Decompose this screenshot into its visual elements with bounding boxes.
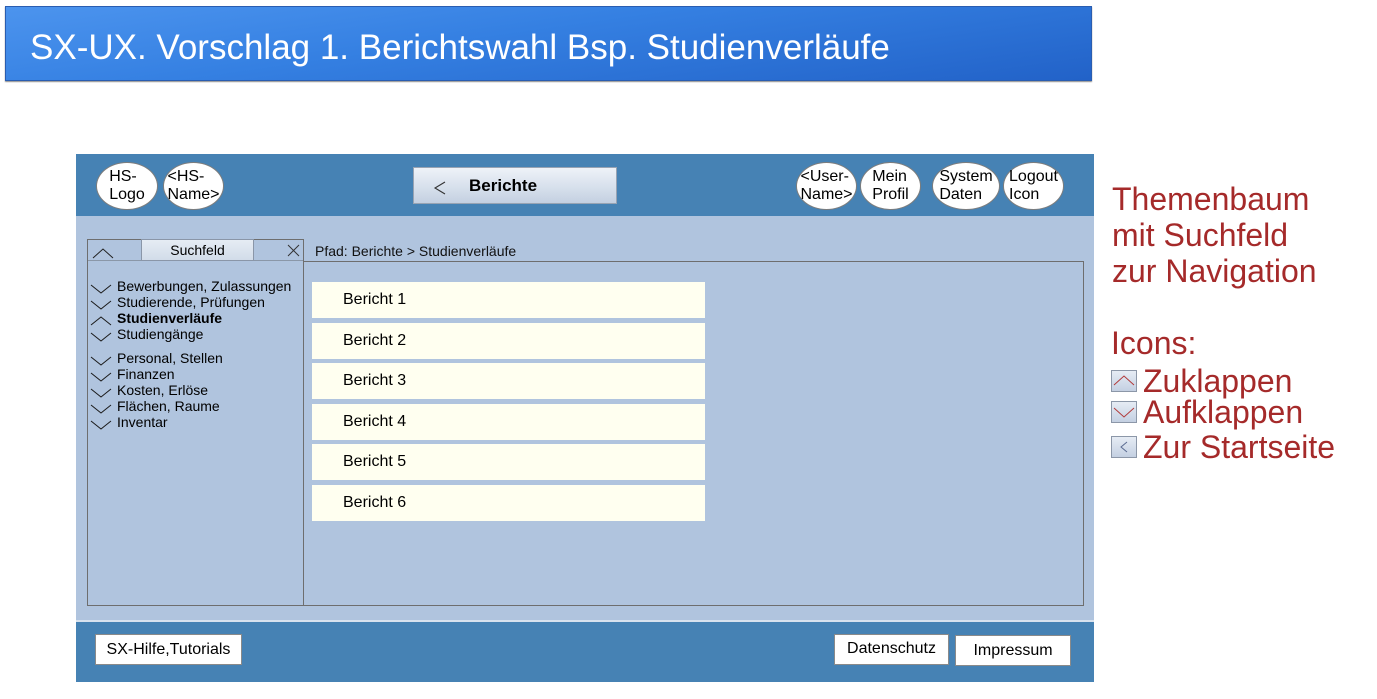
annotation-heading-line-3: zur Navigation bbox=[1112, 253, 1317, 289]
system-data-text: System Daten bbox=[939, 168, 992, 204]
tree-item-label: Inventar bbox=[117, 414, 168, 430]
chevron-down-icon[interactable] bbox=[90, 329, 112, 342]
berichte-home-label: Berichte bbox=[469, 176, 538, 195]
report-item-1[interactable]: Bericht 1 bbox=[312, 282, 705, 318]
imprint-button[interactable]: Impressum bbox=[955, 635, 1071, 666]
chevron-up-icon bbox=[1111, 370, 1137, 392]
chevron-up-icon[interactable] bbox=[90, 313, 112, 326]
app-mockup: HS- Logo <HS- Name> Berichte <User- Name… bbox=[76, 154, 1094, 682]
breadcrumb: Pfad: Berichte > Studienverläufe bbox=[315, 243, 517, 259]
my-profile-text: Mein Profil bbox=[872, 168, 908, 204]
search-field[interactable]: Suchfeld bbox=[141, 239, 254, 261]
hs-logo-text: HS- Logo bbox=[109, 168, 145, 204]
user-name-text: <User- Name> bbox=[800, 168, 852, 204]
report-item-2[interactable]: Bericht 2 bbox=[312, 322, 705, 359]
legend-expand-label: Aufklappen bbox=[1143, 394, 1304, 430]
chevron-down-icon bbox=[1111, 401, 1137, 423]
topic-tree-panel-header: Suchfeld bbox=[88, 239, 303, 261]
app-footer: SX-Hilfe,Tutorials Datenschutz Impressum bbox=[76, 620, 1094, 682]
user-name-line-1: <User- bbox=[800, 168, 849, 185]
chevron-down-icon[interactable] bbox=[90, 401, 112, 414]
app-header: HS- Logo <HS- Name> Berichte <User- Name… bbox=[76, 154, 1094, 216]
tree-item-label: Finanzen bbox=[117, 366, 175, 382]
hs-name: <HS- Name> bbox=[163, 162, 224, 210]
chevron-down-icon[interactable] bbox=[90, 297, 112, 310]
chevron-left-icon bbox=[433, 181, 447, 195]
hs-logo-line-2: Logo bbox=[109, 186, 145, 203]
legend-collapse: Zuklappen bbox=[1111, 365, 1351, 397]
legend-home-label: Zur Startseite bbox=[1143, 429, 1336, 465]
tree-item-label: Personal, Stellen bbox=[117, 350, 223, 366]
tree-item-finanzen[interactable]: Finanzen bbox=[88, 366, 303, 382]
annotation-icons-label: Icons: bbox=[1111, 325, 1197, 361]
chevron-down-icon[interactable] bbox=[90, 385, 112, 398]
tree-item-label: Flächen, Raume bbox=[117, 398, 220, 414]
tree-item-studiengaenge[interactable]: Studiengänge bbox=[88, 326, 303, 342]
tree-item-kosten-erloese[interactable]: Kosten, Erlöse bbox=[88, 382, 303, 398]
annotation-heading: Themenbaum mit Suchfeld zur Navigation bbox=[1112, 181, 1317, 289]
logout-text: Logout Icon bbox=[1009, 168, 1058, 204]
help-tutorials-button[interactable]: SX-Hilfe,Tutorials bbox=[95, 634, 242, 665]
my-profile-button[interactable]: Mein Profil bbox=[860, 162, 921, 210]
hs-name-line-2: Name> bbox=[167, 186, 220, 203]
report-item-6[interactable]: Bericht 6 bbox=[312, 484, 705, 521]
page-title: SX-UX. Vorschlag 1. Berichtswahl Bsp. St… bbox=[30, 28, 890, 67]
legend-expand: Aufklappen bbox=[1111, 396, 1351, 428]
tree-item-personal-stellen[interactable]: Personal, Stellen bbox=[88, 350, 303, 366]
tree-item-flaechen-raume[interactable]: Flächen, Raume bbox=[88, 398, 303, 414]
tree-item-bewerbungen-zulassungen[interactable]: Bewerbungen, Zulassungen bbox=[88, 278, 303, 294]
system-data-button[interactable]: System Daten bbox=[932, 162, 1000, 210]
tree-item-studienverlaeufe[interactable]: Studienverläufe bbox=[88, 310, 303, 326]
annotation-heading-line-2: mit Suchfeld bbox=[1112, 217, 1289, 253]
report-item-5[interactable]: Bericht 5 bbox=[312, 444, 705, 480]
legend-home: Zur Startseite bbox=[1111, 431, 1351, 463]
berichte-home-button[interactable]: Berichte bbox=[413, 167, 617, 204]
legend-collapse-label: Zuklappen bbox=[1143, 363, 1293, 399]
report-item-4[interactable]: Bericht 4 bbox=[312, 403, 705, 440]
topic-tree-panel: Suchfeld Bewerbungen, Zulassungen Studie… bbox=[87, 239, 304, 606]
chevron-down-icon[interactable] bbox=[90, 417, 112, 430]
system-data-line-1: System bbox=[939, 168, 993, 185]
close-icon[interactable] bbox=[287, 244, 300, 257]
annotation-heading-line-1: Themenbaum bbox=[1112, 181, 1310, 217]
chevron-down-icon[interactable] bbox=[90, 281, 112, 294]
user-name-line-2: Name> bbox=[800, 186, 853, 203]
app-body: Suchfeld Bewerbungen, Zulassungen Studie… bbox=[76, 216, 1094, 620]
hs-name-line-1: <HS- bbox=[167, 168, 205, 185]
logout-button[interactable]: Logout Icon bbox=[1003, 162, 1064, 210]
system-data-line-2: Daten bbox=[939, 186, 983, 203]
tree-item-inventar[interactable]: Inventar bbox=[88, 414, 303, 430]
title-banner: SX-UX. Vorschlag 1. Berichtswahl Bsp. St… bbox=[5, 6, 1092, 81]
hs-logo-line-1: HS- bbox=[109, 168, 137, 185]
topic-tree: Bewerbungen, Zulassungen Studierende, Pr… bbox=[88, 278, 303, 430]
tree-item-label: Studierende, Prüfungen bbox=[117, 294, 265, 310]
logout-line-1: Logout bbox=[1009, 168, 1058, 185]
tree-item-label: Kosten, Erlöse bbox=[117, 382, 209, 398]
hs-logo: HS- Logo bbox=[96, 162, 158, 210]
chevron-down-icon[interactable] bbox=[90, 353, 112, 366]
hs-name-text: <HS- Name> bbox=[167, 168, 219, 204]
tree-item-studierende-pruefungen[interactable]: Studierende, Prüfungen bbox=[88, 294, 303, 310]
chevron-down-icon[interactable] bbox=[90, 369, 112, 382]
chevron-left-icon bbox=[1111, 436, 1137, 458]
my-profile-line-1: Mein bbox=[872, 168, 907, 185]
my-profile-line-2: Profil bbox=[872, 186, 909, 203]
report-list: Bericht 1 Bericht 2 Bericht 3 Bericht 4 … bbox=[312, 282, 705, 521]
logout-line-2: Icon bbox=[1009, 186, 1040, 203]
tree-item-label: Studiengänge bbox=[117, 326, 204, 342]
chevron-up-icon[interactable] bbox=[92, 246, 114, 259]
tree-item-label: Bewerbungen, Zulassungen bbox=[117, 278, 292, 294]
privacy-button[interactable]: Datenschutz bbox=[834, 634, 949, 665]
tree-item-label: Studienverläufe bbox=[117, 310, 223, 326]
user-name-button[interactable]: <User- Name> bbox=[796, 162, 857, 210]
report-item-3[interactable]: Bericht 3 bbox=[312, 363, 705, 399]
